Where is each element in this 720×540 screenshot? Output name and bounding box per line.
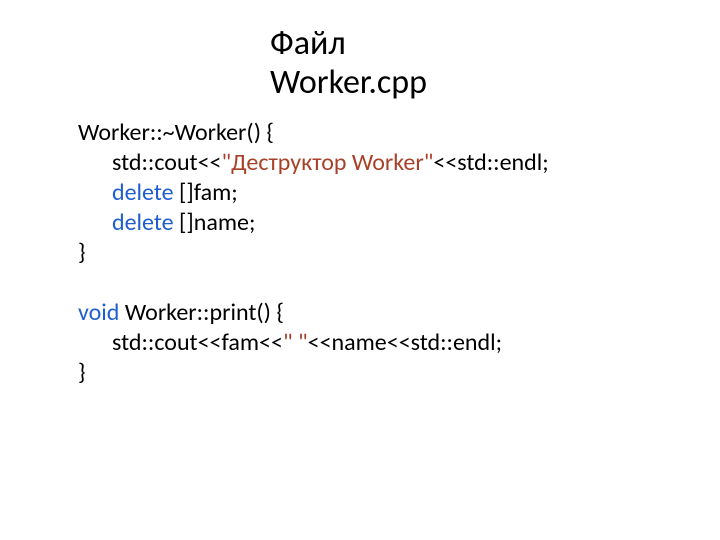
slide: Файл Worker.cpp Worker::~Worker() { std:… — [0, 0, 720, 540]
code-line-2b: "Деструктор Worker" — [222, 148, 434, 177]
code-line-9: } — [78, 358, 86, 387]
code-blank — [78, 268, 83, 297]
code-line-8a: std::cout<<fam<< — [112, 328, 283, 357]
title-line-1: Файл — [270, 23, 346, 64]
code-line-8b: " " — [283, 328, 308, 357]
code-line-4a: delete — [112, 208, 174, 237]
code-line-1: Worker::~Worker() { — [78, 118, 274, 147]
code-line-4b: []name; — [174, 208, 256, 237]
slide-title: Файл Worker.cpp — [270, 24, 650, 102]
code-line-3a: delete — [112, 178, 174, 207]
code-line-2c: <<std::endl; — [433, 148, 548, 177]
title-line-2: Worker.cpp — [270, 62, 427, 103]
code-line-3b: []fam; — [174, 178, 238, 207]
code-line-2a: std::cout<< — [112, 148, 222, 177]
code-line-7a: void — [78, 298, 119, 327]
code-line-7b: Worker::print() { — [119, 298, 284, 327]
code-block: Worker::~Worker() { std::cout<<"Деструкт… — [78, 118, 678, 388]
code-line-5: } — [78, 238, 86, 267]
code-line-8c: <<name<<std::endl; — [308, 328, 502, 357]
